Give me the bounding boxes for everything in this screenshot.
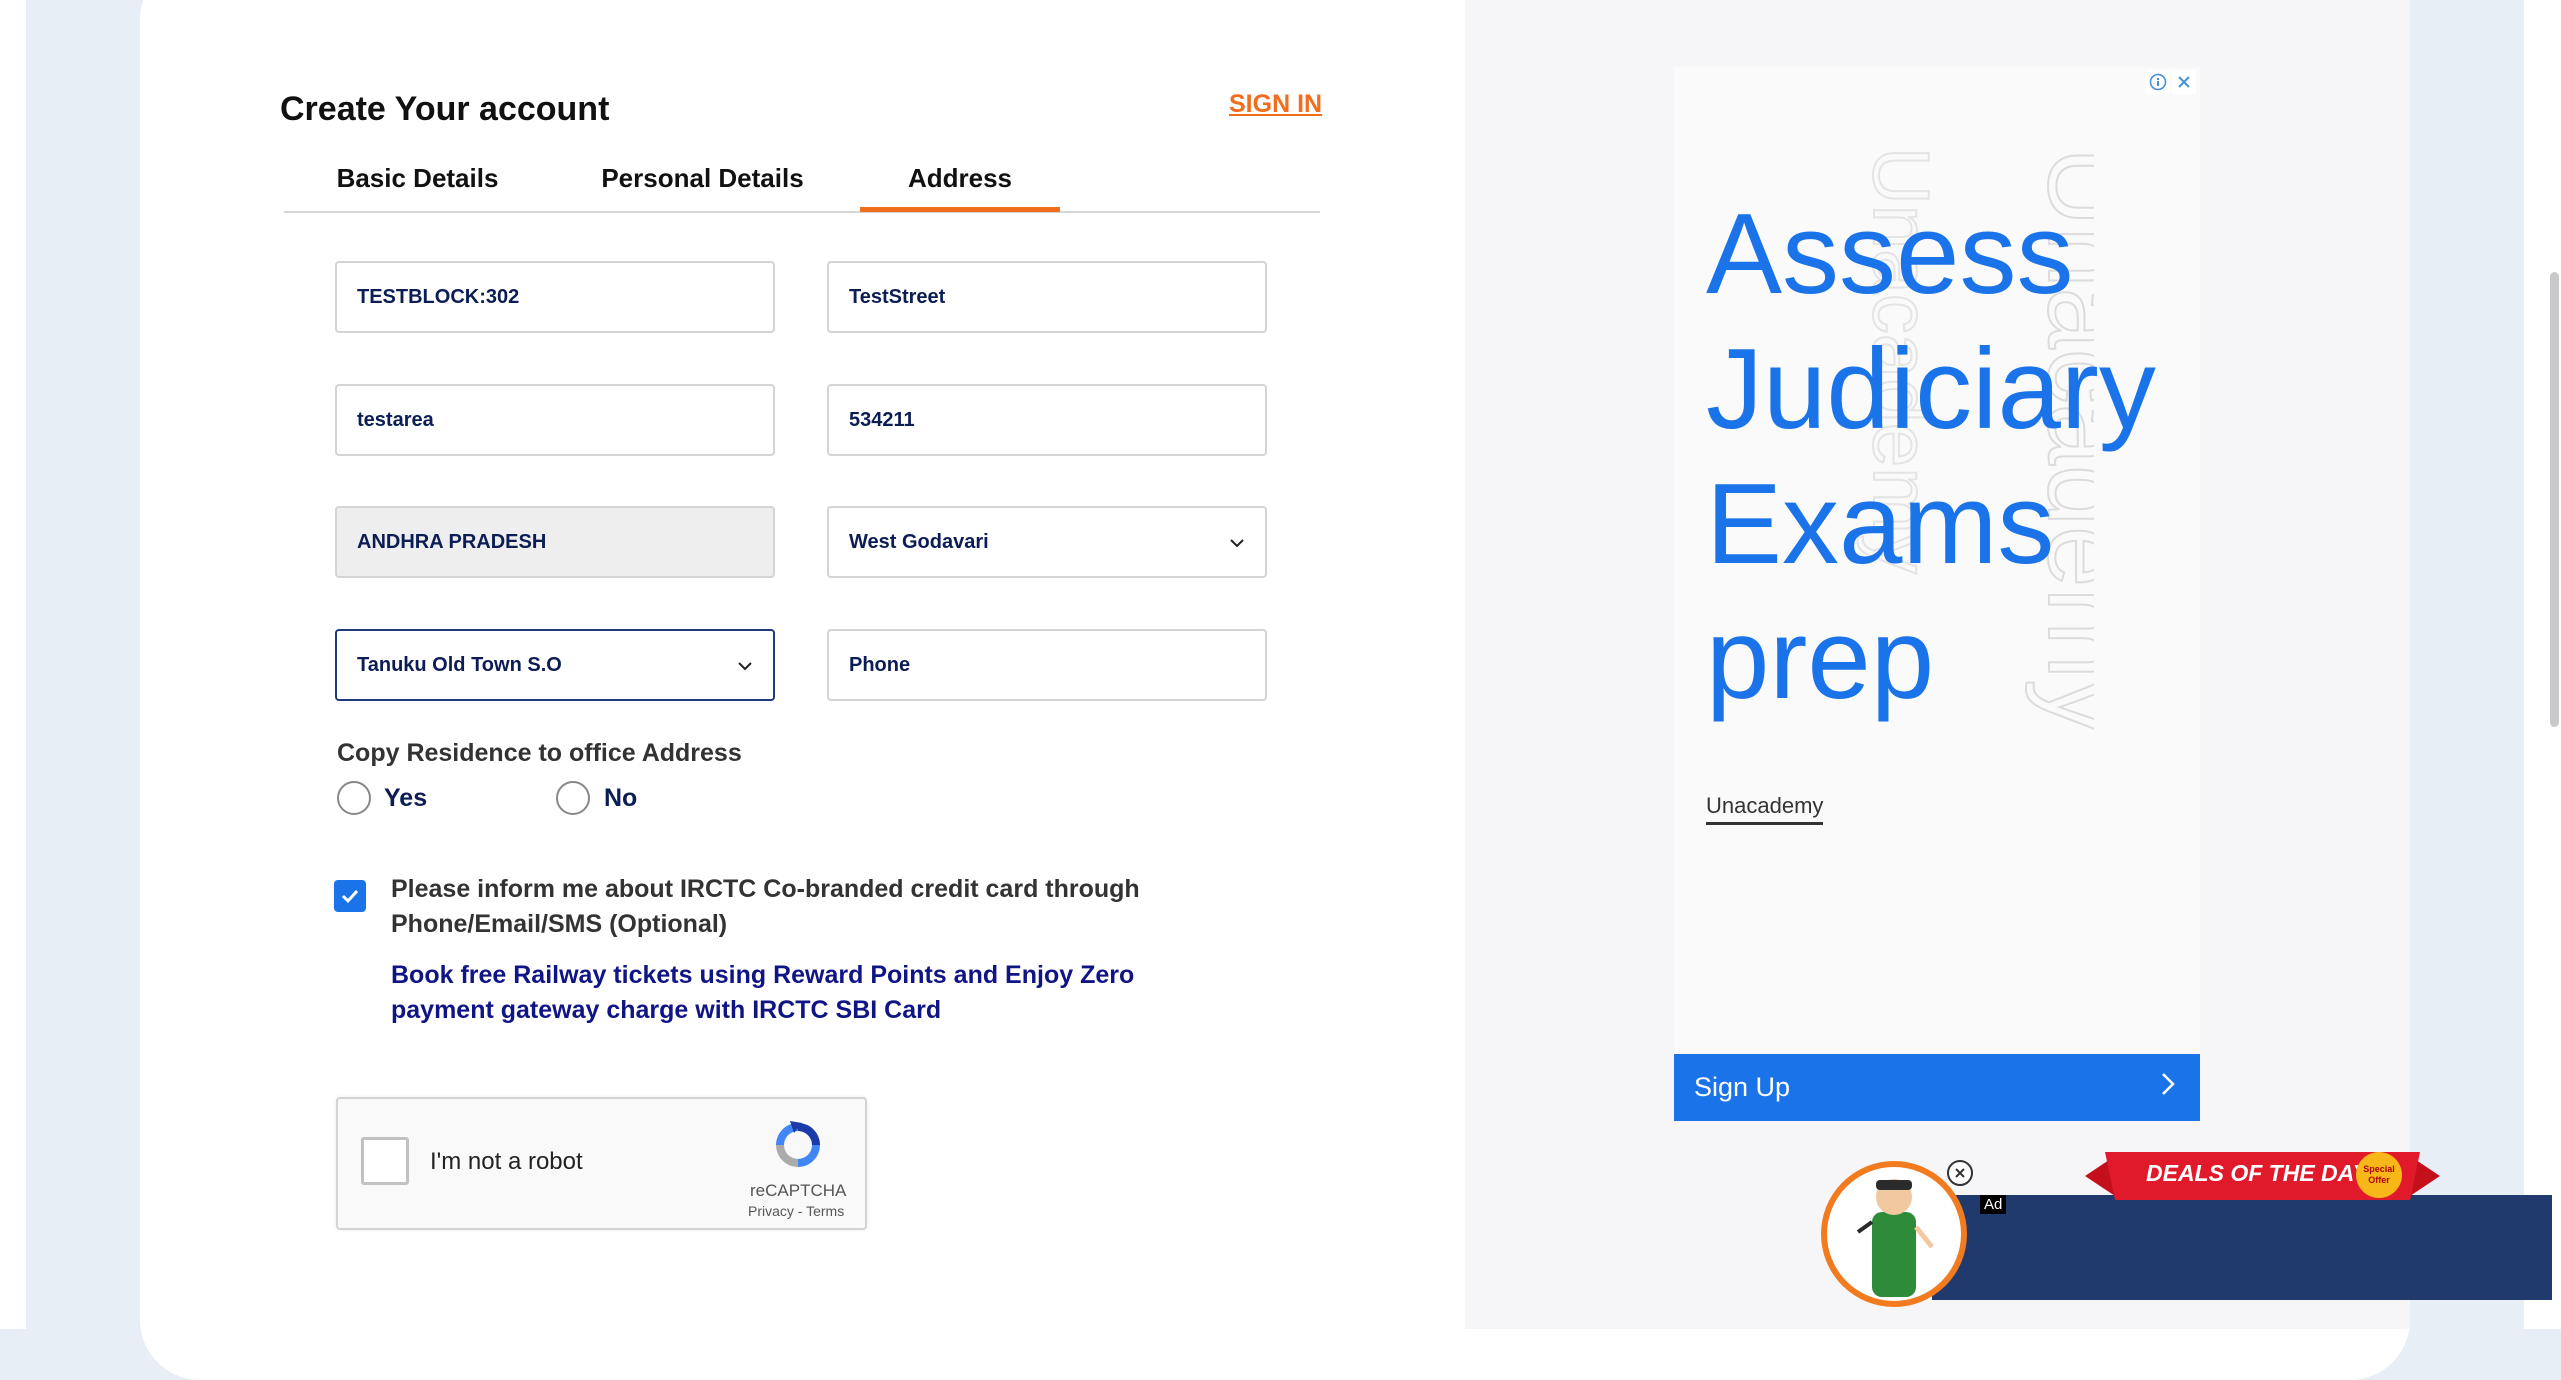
- address-line-input[interactable]: TESTBLOCK:302: [335, 261, 775, 333]
- deals-title: DEALS OF THE DAY: [2146, 1160, 2368, 1186]
- ad-brand-link[interactable]: Unacademy: [1706, 793, 1824, 825]
- ad-sign-up-label: Sign Up: [1694, 1072, 1791, 1102]
- scrollbar-thumb[interactable]: [2550, 272, 2559, 727]
- post-office-value: Tanuku Old Town S.O: [357, 653, 562, 676]
- tabs-divider: [284, 211, 1320, 213]
- recaptcha-widget: I'm not a robot reCAPTCHA Privacy - Term…: [336, 1097, 867, 1230]
- ad-info-icon[interactable]: [2146, 70, 2170, 94]
- recaptcha-links[interactable]: Privacy - Terms: [748, 1203, 844, 1219]
- page-title: Create Your account: [280, 90, 610, 128]
- page-margin: [0, 0, 26, 1329]
- tab-basic-details[interactable]: Basic Details: [310, 162, 525, 212]
- address-line-value: TESTBLOCK:302: [357, 285, 520, 308]
- chevron-down-icon: [1229, 532, 1245, 553]
- tab-address[interactable]: Address: [860, 162, 1060, 212]
- chevron-down-icon: [737, 655, 753, 676]
- district-select[interactable]: West Godavari: [827, 506, 1267, 578]
- copy-address-no-radio[interactable]: [556, 781, 590, 815]
- special-offer-badge: Special Offer: [2356, 1152, 2402, 1198]
- copy-address-label: Copy Residence to office Address: [337, 739, 742, 767]
- ad-close-icon[interactable]: [2172, 70, 2196, 94]
- ad-sign-up-button[interactable]: Sign Up: [1674, 1054, 2200, 1121]
- pincode-value: 534211: [849, 408, 915, 431]
- tab-personal-details[interactable]: Personal Details: [585, 162, 820, 212]
- recaptcha-brand: reCAPTCHA: [750, 1181, 847, 1200]
- area-input[interactable]: testarea: [335, 384, 775, 456]
- copy-address-no-label[interactable]: No: [604, 784, 637, 813]
- recaptcha-checkbox[interactable]: [361, 1137, 409, 1185]
- district-value: West Godavari: [849, 530, 989, 553]
- copy-address-yes-radio[interactable]: [337, 781, 371, 815]
- street-value: TestStreet: [849, 285, 946, 308]
- consent-checkbox[interactable]: [334, 880, 366, 912]
- copy-address-yes-label[interactable]: Yes: [384, 784, 427, 813]
- post-office-select[interactable]: Tanuku Old Town S.O: [335, 629, 775, 701]
- close-icon[interactable]: [1947, 1160, 1973, 1186]
- phone-placeholder: Phone: [849, 653, 911, 676]
- state-value: ANDHRA PRADESH: [357, 530, 547, 553]
- checkmark-icon: [341, 889, 359, 904]
- state-field: ANDHRA PRADESH: [335, 506, 775, 578]
- street-input[interactable]: TestStreet: [827, 261, 1267, 333]
- pincode-input[interactable]: 534211: [827, 384, 1267, 456]
- sign-in-link[interactable]: SIGN IN: [1229, 90, 1322, 119]
- sbi-card-promo-text: Book free Railway tickets using Reward P…: [391, 961, 1135, 1024]
- phone-input[interactable]: Phone: [827, 629, 1267, 701]
- recaptcha-logo-icon: [776, 1121, 820, 1167]
- consent-text: Please inform me about IRCTC Co-branded …: [391, 875, 1140, 938]
- active-tab-indicator: [860, 207, 1060, 212]
- recaptcha-label: I'm not a robot: [430, 1148, 583, 1175]
- area-value: testarea: [357, 408, 434, 431]
- chevron-right-icon: [2160, 1071, 2176, 1105]
- deals-banner[interactable]: [1932, 1195, 2552, 1300]
- ad-headline: Assess Judiciary Exams prep: [1706, 191, 2156, 723]
- advertisement[interactable]: Unacademy Unacademy Assess Judiciary Exa…: [1674, 67, 2200, 1121]
